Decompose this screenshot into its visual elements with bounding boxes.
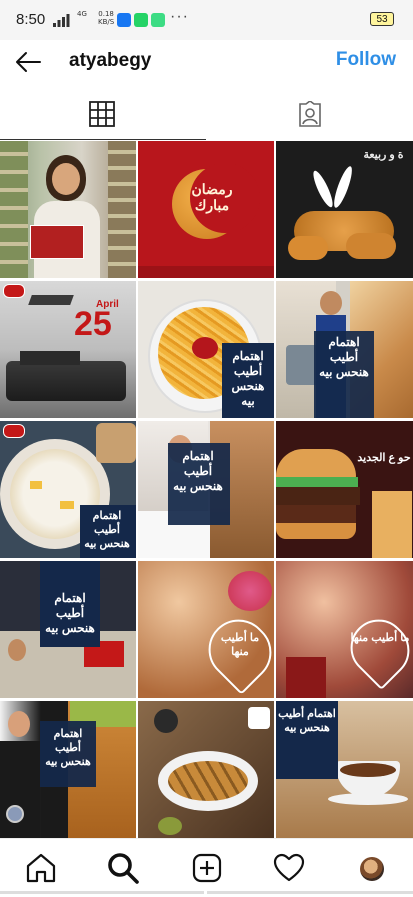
post-text: اهتمام أطيب هنحس بيه	[231, 349, 265, 408]
tagged-icon	[299, 101, 321, 127]
add-post-icon[interactable]	[190, 851, 224, 885]
post-thumbnail[interactable]: اهتمام أطيب هنحس بيه	[138, 421, 274, 558]
post-text: اهتمام أطيب هنحس بيه	[319, 335, 369, 379]
grid-icon	[89, 101, 115, 127]
post-thumbnail[interactable]: اهتمام أطيب هنحس بيه	[0, 421, 136, 558]
post-thumbnail[interactable]: اهتمام أطيب هنحس بيه	[276, 281, 413, 418]
post-thumbnail[interactable]	[138, 701, 274, 838]
post-text: اهتمام أطيب هنحس بيه	[278, 708, 336, 734]
back-arrow-icon[interactable]	[12, 46, 44, 78]
signal-icon	[53, 14, 70, 27]
post-text: ة و ربيعة	[363, 149, 404, 161]
post-text: اهتمام أطيب هنحس بيه	[45, 591, 95, 635]
notification-icons	[117, 13, 165, 27]
bottom-navigation	[0, 838, 413, 897]
speed-unit: KB/S	[98, 18, 115, 26]
post-text: اهتمام أطيب هنحس بيه	[45, 728, 91, 768]
search-icon[interactable]	[106, 851, 140, 885]
posts-grid: رمضان مبارك ة و ربيعة April 25 اهتمام أط…	[0, 141, 413, 838]
speed-value: 0.18	[98, 10, 114, 18]
post-thumbnail[interactable]: اهتمام أطيب هنحس بيه	[0, 561, 136, 698]
post-thumbnail[interactable]: اهتمام أطيب هنحس بيه	[0, 701, 136, 838]
profile-tabs	[0, 85, 413, 140]
post-thumbnail[interactable]: April 25	[0, 281, 136, 418]
gesture-bar	[207, 891, 413, 894]
facebook-icon	[117, 13, 131, 27]
post-thumbnail[interactable]: رمضان مبارك	[138, 141, 274, 278]
whatsapp-icon	[134, 13, 148, 27]
profile-header: atyabegy Follow	[0, 40, 413, 85]
battery-icon: 53	[370, 12, 394, 26]
post-text: ما أطيب منها	[350, 632, 410, 644]
brand-logo	[3, 284, 25, 298]
post-thumbnail[interactable]: ما أطيب منها	[276, 561, 413, 698]
post-day: 25	[74, 305, 112, 343]
message-icon	[151, 13, 165, 27]
post-thumbnail[interactable]	[0, 141, 136, 278]
post-thumbnail[interactable]: اهتمام أطيب هنحس بيه	[138, 281, 274, 418]
profile-username: atyabegy	[69, 50, 152, 71]
status-bar: 8:50 4G 0.18 KB/S ··· 53	[0, 0, 413, 40]
follow-button[interactable]: Follow	[336, 49, 396, 71]
network-speed: 0.18 KB/S	[98, 10, 114, 26]
status-time: 8:50	[16, 11, 46, 28]
heart-icon[interactable]	[272, 851, 306, 885]
post-text: اهتمام أطيب هنحس بيه	[173, 449, 223, 493]
profile-avatar[interactable]	[360, 857, 384, 881]
post-thumbnail[interactable]: ة و ربيعة	[276, 141, 413, 278]
post-text: حو ع الجديد	[357, 452, 411, 464]
post-text: رمضان مبارك	[191, 181, 233, 213]
brand-logo	[3, 424, 25, 438]
post-thumbnail[interactable]: اهتمام أطيب هنحس بيه	[276, 701, 413, 838]
home-icon[interactable]	[24, 851, 58, 885]
tab-tagged[interactable]	[207, 85, 413, 140]
more-notifications-icon: ···	[170, 8, 189, 25]
post-thumbnail[interactable]: حو ع الجديد	[276, 421, 413, 558]
gesture-bar	[0, 891, 204, 894]
tab-grid[interactable]	[0, 85, 206, 140]
network-type: 4G	[77, 10, 87, 18]
post-thumbnail[interactable]: ما أطيب منها	[138, 561, 274, 698]
post-text: ما أطيب منها	[220, 632, 260, 658]
post-text: اهتمام أطيب هنحس بيه	[84, 510, 130, 550]
